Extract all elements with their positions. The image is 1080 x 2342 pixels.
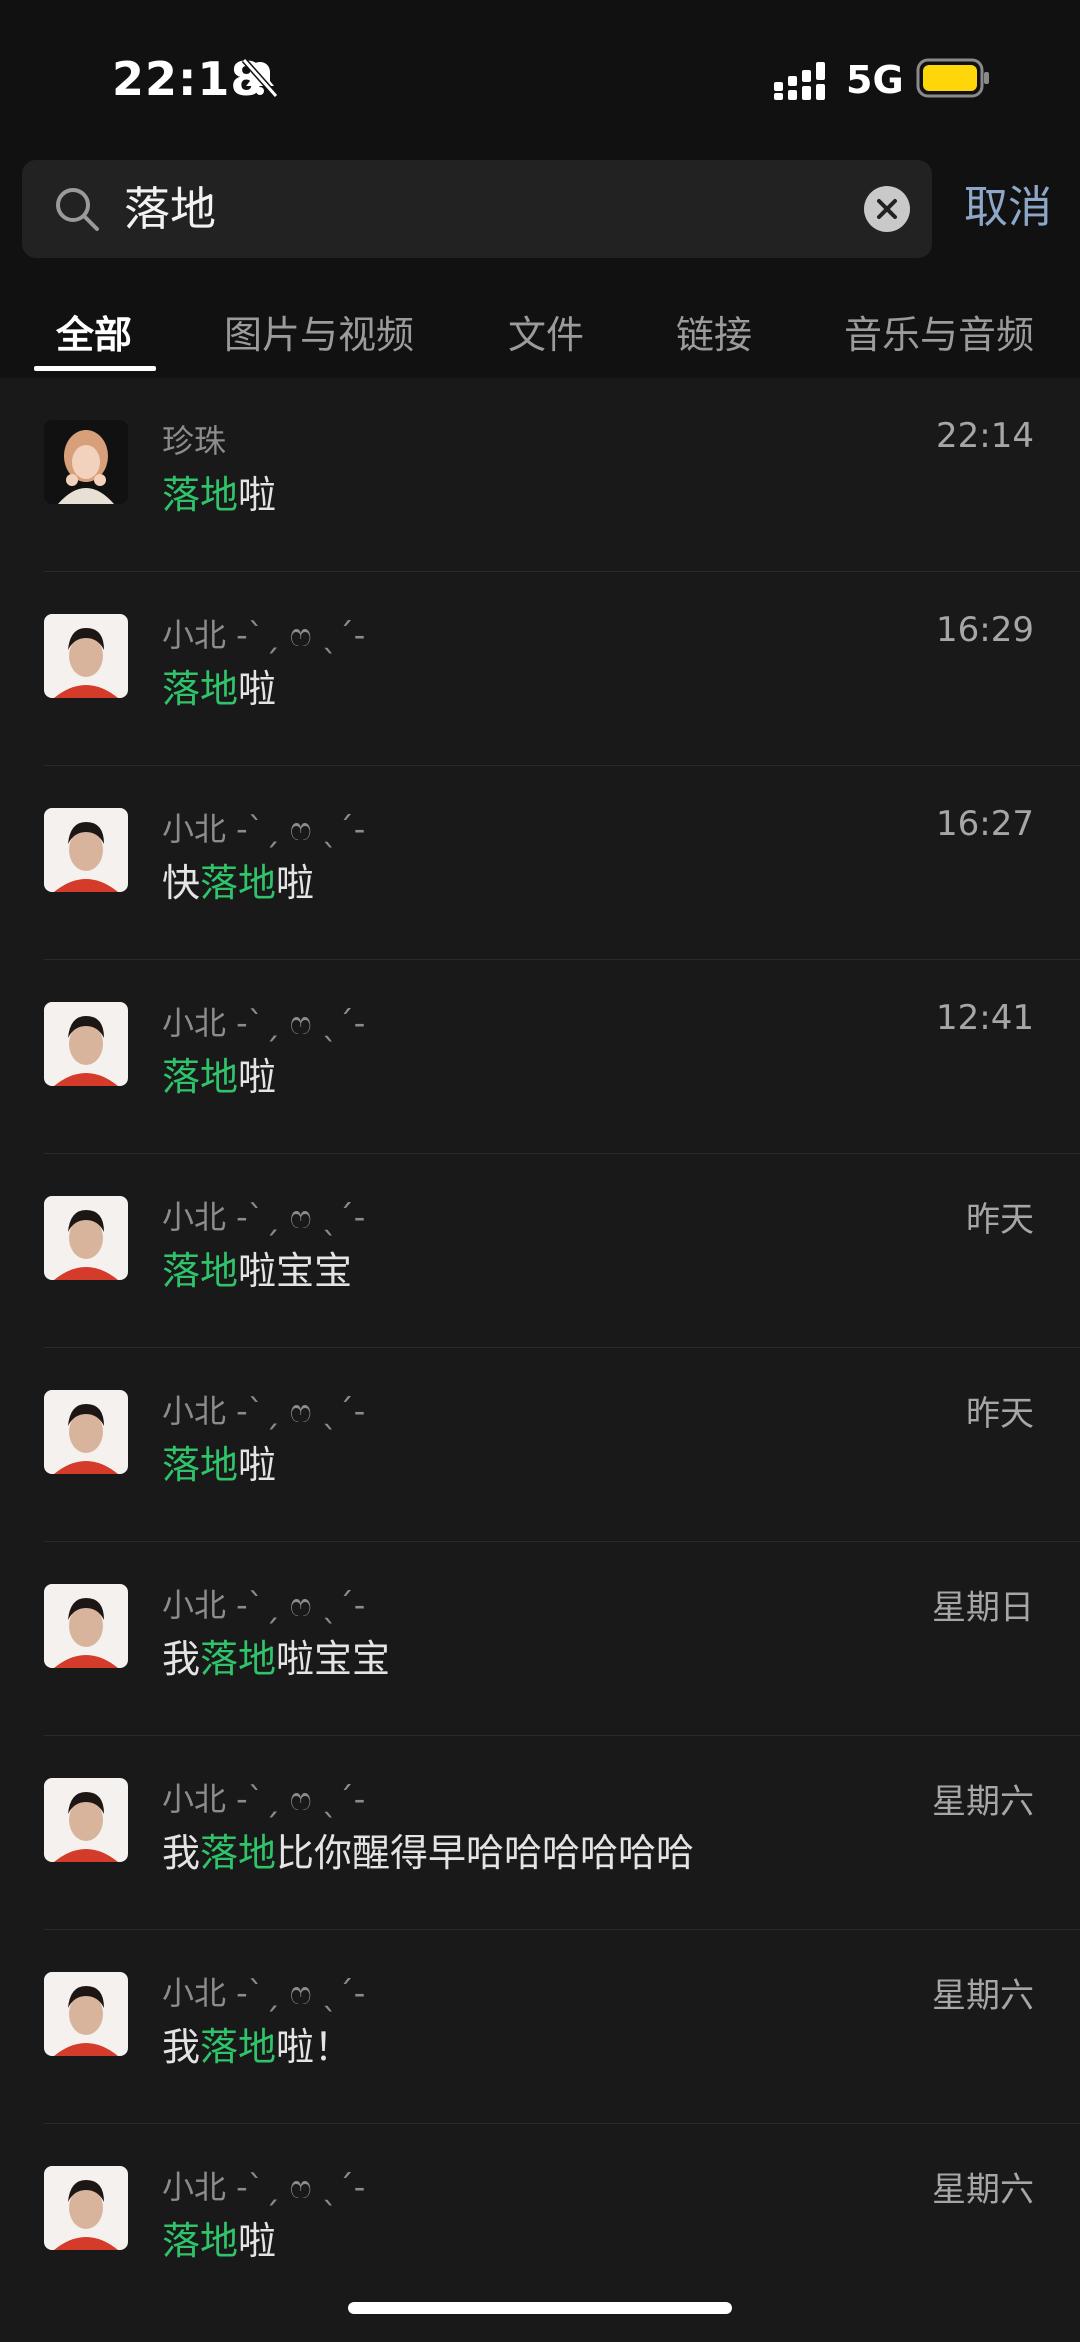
battery-icon [916, 58, 989, 98]
message-snippet: 我落地啦！ [162, 2025, 353, 2069]
contact-name: 小北 -ˋˏ ෆ ˎˊ- [162, 1586, 366, 1624]
contact-name: 小北 -ˋˏ ෆ ˎˊ- [162, 616, 366, 654]
search-icon [56, 188, 99, 231]
list-item[interactable]: 小北 -ˋˏ ෆ ˎˊ- 16:27 快落地啦 [0, 766, 1080, 960]
list-item[interactable]: 珍珠 22:14 落地啦 [0, 378, 1080, 572]
status-bar: 22:18 5G [0, 0, 1080, 150]
contact-name: 小北 -ˋˏ ෆ ˎˊ- [162, 1392, 366, 1430]
keyword-highlight: 落地 [200, 2025, 277, 2069]
message-snippet: 落地啦 [162, 2219, 277, 2263]
message-snippet: 落地啦 [162, 1055, 277, 1099]
avatar [44, 420, 128, 504]
clear-search-button[interactable] [864, 186, 910, 232]
avatar [44, 1002, 128, 1086]
boy-avatar-icon [44, 1778, 128, 1862]
message-date: 星期六 [932, 1782, 1034, 1822]
search-results-list: 珍珠 22:14 落地啦 小北 -ˋˏ ෆ ˎˊ- 16:29 落地啦 小北 -… [0, 378, 1080, 2342]
contact-name: 小北 -ˋˏ ෆ ˎˊ- [162, 810, 366, 848]
search-box[interactable] [22, 160, 932, 258]
boy-avatar-icon [44, 1390, 128, 1474]
list-item[interactable]: 小北 -ˋˏ ෆ ˎˊ- 昨天 落地啦 [0, 1348, 1080, 1542]
message-snippet: 落地啦 [162, 1443, 277, 1487]
contact-name: 珍珠 [162, 422, 227, 460]
keyword-highlight: 落地 [162, 2219, 239, 2263]
boy-avatar-icon [44, 1972, 128, 2056]
message-date: 昨天 [966, 1200, 1034, 1240]
list-item[interactable]: 小北 -ˋˏ ෆ ˎˊ- 16:29 落地啦 [0, 572, 1080, 766]
message-snippet: 快落地啦 [162, 861, 315, 905]
avatar [44, 1390, 128, 1474]
message-snippet: 落地啦 [162, 473, 277, 517]
keyword-highlight: 落地 [200, 861, 277, 905]
message-snippet: 我落地啦宝宝 [162, 1637, 391, 1681]
close-icon [877, 199, 897, 219]
list-item[interactable]: 小北 -ˋˏ ෆ ˎˊ- 昨天 落地啦宝宝 [0, 1154, 1080, 1348]
avatar [44, 1972, 128, 2056]
list-item[interactable]: 小北 -ˋˏ ෆ ˎˊ- 星期六 我落地比你醒得早哈哈哈哈哈哈 [0, 1736, 1080, 1930]
message-date: 星期六 [932, 1976, 1034, 2016]
boy-avatar-icon [44, 1584, 128, 1668]
tab-files[interactable]: 文件 [508, 304, 584, 359]
avatar [44, 808, 128, 892]
boy-avatar-icon [44, 808, 128, 892]
list-item[interactable]: 小北 -ˋˏ ෆ ˎˊ- 星期日 我落地啦宝宝 [0, 1542, 1080, 1736]
message-date: 12:41 [936, 998, 1034, 1038]
avatar [44, 1584, 128, 1668]
message-date: 星期六 [932, 2170, 1034, 2210]
keyword-highlight: 落地 [200, 1831, 277, 1875]
message-date: 星期日 [932, 1588, 1034, 1628]
signal-icon [774, 62, 825, 100]
list-item[interactable]: 小北 -ˋˏ ෆ ˎˊ- 12:41 落地啦 [0, 960, 1080, 1154]
keyword-highlight: 落地 [162, 1443, 239, 1487]
contact-name: 小北 -ˋˏ ෆ ˎˊ- [162, 2168, 366, 2206]
contact-name: 小北 -ˋˏ ෆ ˎˊ- [162, 1780, 366, 1818]
message-date: 昨天 [966, 1394, 1034, 1434]
message-date: 22:14 [936, 416, 1034, 456]
contact-name: 小北 -ˋˏ ෆ ˎˊ- [162, 1004, 366, 1042]
keyword-highlight: 落地 [162, 667, 239, 711]
tab-music-audio[interactable]: 音乐与音频 [844, 304, 1034, 359]
active-tab-indicator [34, 366, 156, 371]
keyword-highlight: 落地 [162, 1249, 239, 1293]
list-item[interactable]: 小北 -ˋˏ ෆ ˎˊ- 星期六 落地啦 [0, 2124, 1080, 2318]
boy-avatar-icon [44, 2166, 128, 2250]
tab-all[interactable]: 全部 [56, 304, 132, 359]
avatar [44, 1778, 128, 1862]
keyword-highlight: 落地 [162, 1055, 239, 1099]
boy-avatar-icon [44, 1196, 128, 1280]
network-type: 5G [846, 58, 904, 102]
bell-muted-icon [241, 58, 279, 98]
girl-avatar-icon [44, 420, 128, 504]
keyword-highlight: 落地 [162, 473, 239, 517]
home-indicator[interactable] [348, 2302, 732, 2314]
filter-tabs: 全部 图片与视频 文件 链接 音乐与音频 [0, 290, 1080, 374]
tab-photos-videos[interactable]: 图片与视频 [224, 304, 414, 359]
boy-avatar-icon [44, 614, 128, 698]
search-input[interactable] [124, 160, 844, 258]
avatar [44, 2166, 128, 2250]
list-item[interactable]: 小北 -ˋˏ ෆ ˎˊ- 星期六 我落地啦！ [0, 1930, 1080, 2124]
contact-name: 小北 -ˋˏ ෆ ˎˊ- [162, 1974, 366, 2012]
boy-avatar-icon [44, 1002, 128, 1086]
message-date: 16:27 [936, 804, 1034, 844]
message-snippet: 落地啦 [162, 667, 277, 711]
contact-name: 小北 -ˋˏ ෆ ˎˊ- [162, 1198, 366, 1236]
cancel-button[interactable]: 取消 [964, 178, 1052, 238]
avatar [44, 1196, 128, 1280]
keyword-highlight: 落地 [200, 1637, 277, 1681]
message-snippet: 落地啦宝宝 [162, 1249, 353, 1293]
message-snippet: 我落地比你醒得早哈哈哈哈哈哈 [162, 1831, 695, 1875]
avatar [44, 614, 128, 698]
tab-links[interactable]: 链接 [676, 304, 752, 359]
message-date: 16:29 [936, 610, 1034, 650]
